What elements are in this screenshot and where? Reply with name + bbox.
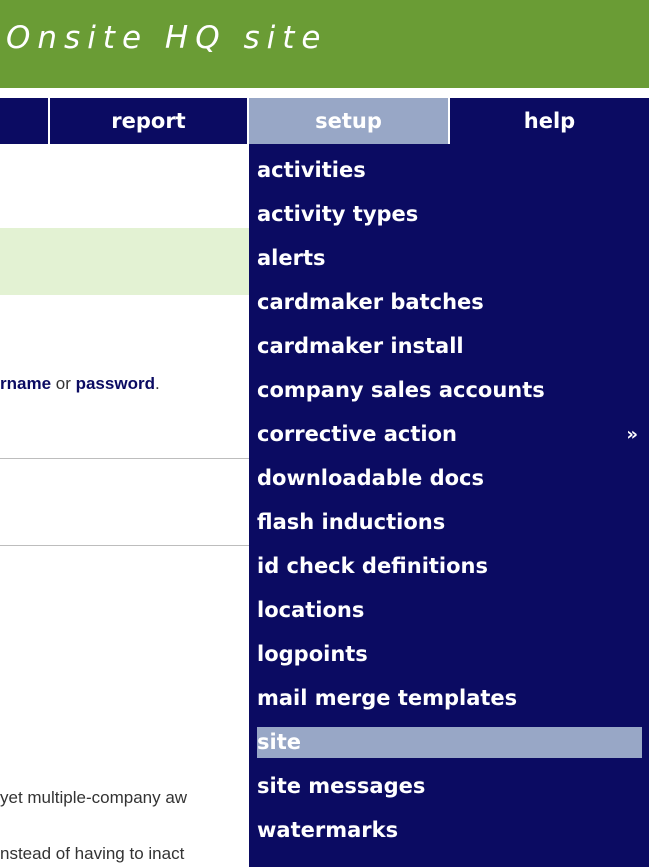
menu-item-label: activity types [257, 202, 419, 226]
divider [0, 458, 249, 459]
nav-item-report[interactable]: report [48, 98, 247, 144]
menu-item-label: company sales accounts [257, 378, 545, 402]
menu-item-label: downloadable docs [257, 466, 485, 490]
menu-item-mail-merge-templates[interactable]: mail merge templates [257, 683, 642, 714]
menu-item-label: corrective action [257, 422, 457, 446]
site-title: Onsite HQ site [6, 20, 328, 56]
menu-item-label: site [257, 730, 301, 754]
menu-item-logpoints[interactable]: logpoints [257, 639, 642, 670]
menu-item-label: cardmaker batches [257, 290, 484, 314]
menu-item-site[interactable]: site [257, 727, 642, 758]
menu-item-alerts[interactable]: alerts [257, 243, 642, 274]
menu-item-flash-inductions[interactable]: flash inductions [257, 507, 642, 538]
body-text-line: nstead of having to inact [0, 844, 185, 863]
setup-dropdown-menu: activities activity types alerts cardmak… [249, 144, 649, 867]
nav-item-setup[interactable]: setup [247, 98, 448, 144]
menu-item-corrective-action[interactable]: corrective action » [257, 419, 642, 450]
menu-item-cardmaker-batches[interactable]: cardmaker batches [257, 287, 642, 318]
menu-item-id-check-definitions[interactable]: id check definitions [257, 551, 642, 582]
login-hint-text: rname or password. [0, 374, 160, 394]
menu-item-label: cardmaker install [257, 334, 464, 358]
body-text-line: yet multiple-company aw [0, 788, 188, 807]
divider [0, 545, 249, 546]
site-banner: Onsite HQ site [0, 0, 649, 88]
menu-item-label: mail merge templates [257, 686, 518, 710]
menu-item-locations[interactable]: locations [257, 595, 642, 626]
menu-item-label: flash inductions [257, 510, 446, 534]
menu-item-label: id check definitions [257, 554, 489, 578]
username-link[interactable]: rname [0, 374, 51, 393]
main-nav-bar: report setup help [0, 98, 649, 144]
menu-item-downloadable-docs[interactable]: downloadable docs [257, 463, 642, 494]
nav-item-partial[interactable] [0, 98, 48, 144]
login-hint-or: or [51, 374, 76, 393]
menu-item-cardmaker-install[interactable]: cardmaker install [257, 331, 642, 362]
menu-item-activity-types[interactable]: activity types [257, 199, 642, 230]
menu-item-company-sales-accounts[interactable]: company sales accounts [257, 375, 642, 406]
submenu-arrow-icon: » [626, 424, 638, 445]
password-link[interactable]: password [76, 374, 155, 393]
nav-item-help[interactable]: help [448, 98, 649, 144]
menu-item-watermarks[interactable]: watermarks [257, 815, 642, 846]
highlight-row [0, 228, 249, 295]
menu-item-label: site messages [257, 774, 426, 798]
menu-item-label: locations [257, 598, 365, 622]
menu-item-site-messages[interactable]: site messages [257, 771, 642, 802]
menu-item-activities[interactable]: activities [257, 155, 642, 186]
menu-item-label: watermarks [257, 818, 399, 842]
login-hint-period: . [154, 374, 160, 393]
menu-item-label: logpoints [257, 642, 368, 666]
menu-item-label: activities [257, 158, 366, 182]
menu-item-label: alerts [257, 246, 326, 270]
